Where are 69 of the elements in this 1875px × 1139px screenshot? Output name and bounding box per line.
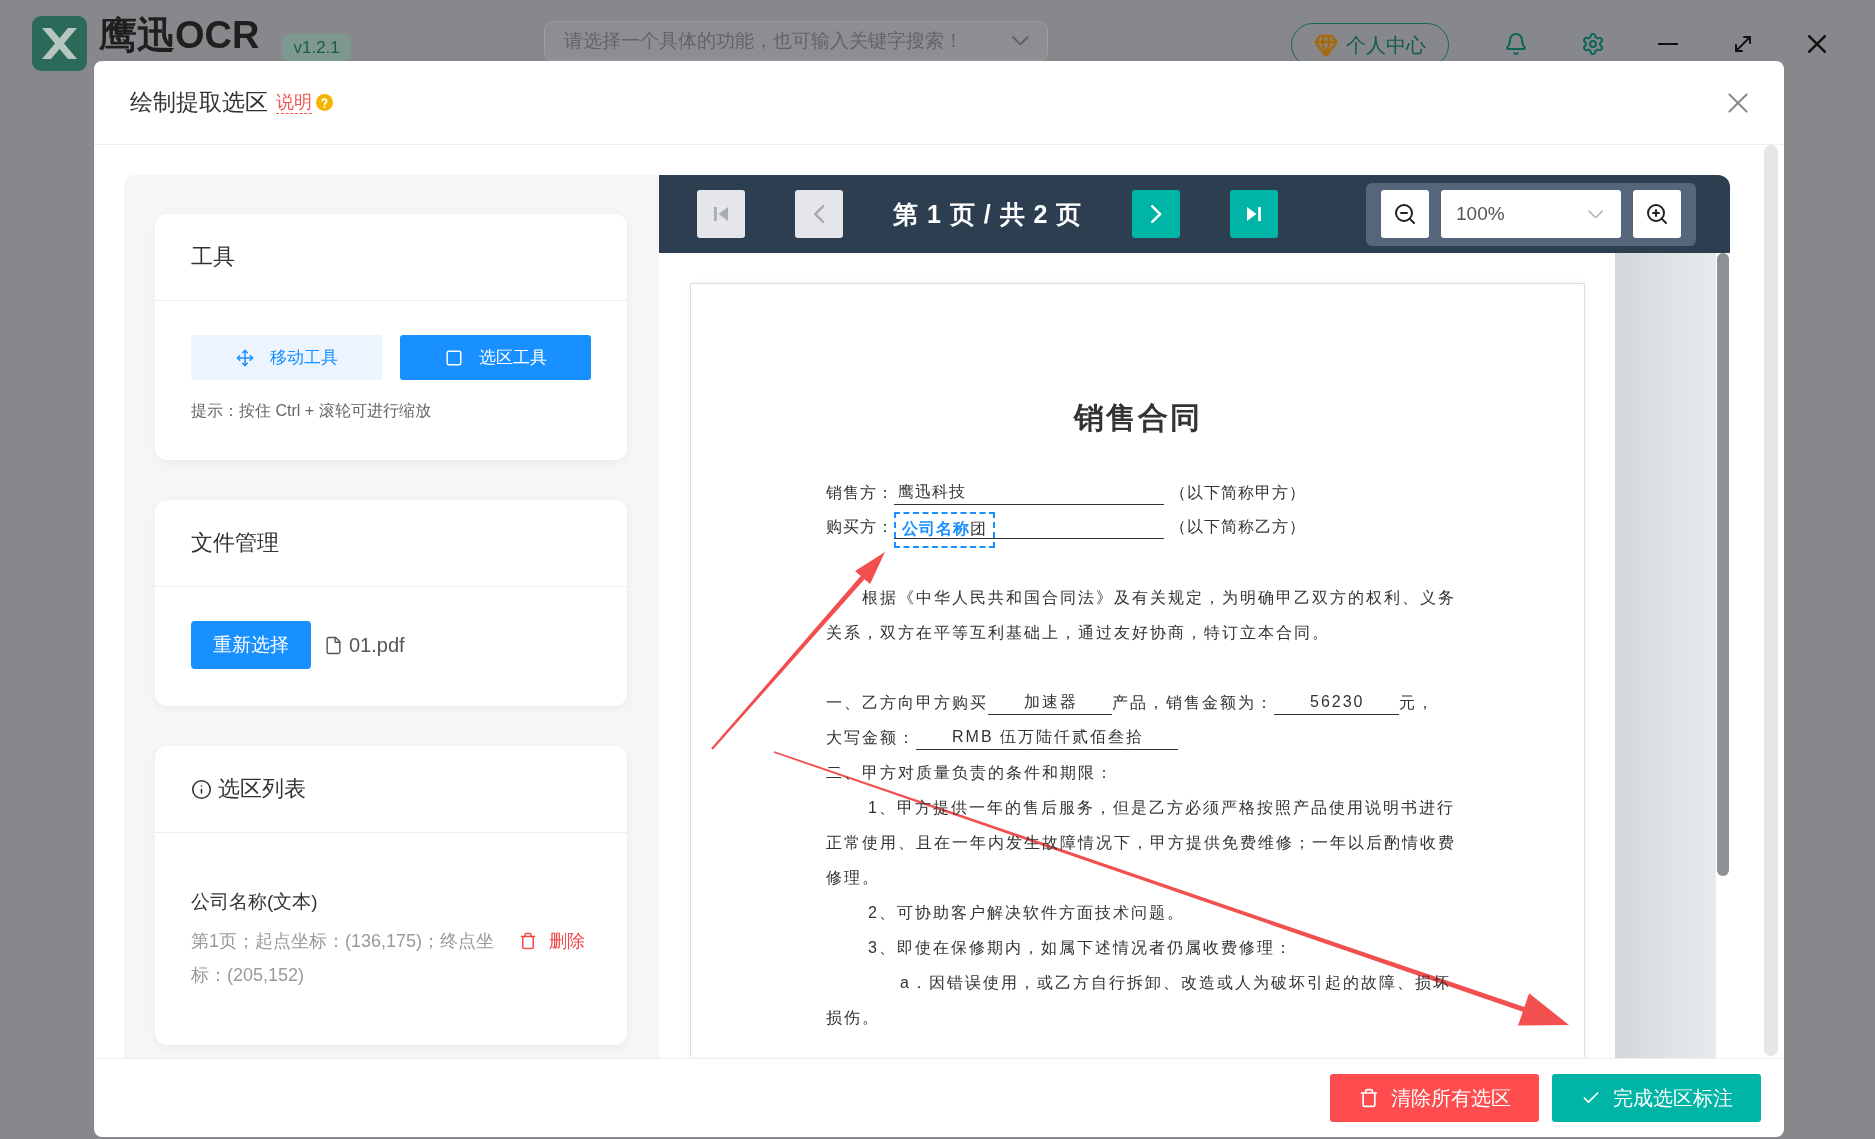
version-badge: v1.2.1 [282, 34, 351, 61]
finish-marking-button[interactable]: 完成选区标注 [1552, 1074, 1761, 1122]
next-page-button[interactable] [1132, 190, 1181, 238]
chevron-left-icon [813, 204, 825, 224]
zoom-out-button[interactable] [1381, 190, 1429, 238]
document-text: 一、乙方向甲方购买 [826, 693, 988, 713]
logo-icon [32, 16, 87, 71]
help-link[interactable]: 说明 [276, 91, 312, 114]
party-note: （以下简称甲方） [1170, 482, 1306, 503]
file-name: 01.pdf [349, 633, 405, 657]
party-label: 销售方： [826, 482, 894, 503]
filled-blank: RMB 伍万陆仟贰佰叁拾 [916, 725, 1178, 750]
card-title: 选区列表 [218, 775, 306, 803]
document-text: 元， [1398, 693, 1435, 713]
document-text: 2、可协助客户解决软件方面技术问题。 [868, 903, 1185, 923]
zoom-out-icon [1393, 202, 1417, 226]
party-note: （以下简称乙方） [1170, 516, 1306, 537]
filled-blank: 56230 [1274, 690, 1399, 715]
zoom-in-icon [1645, 202, 1669, 226]
document-text: 大写金额： [826, 728, 916, 748]
move-icon [235, 348, 254, 367]
page-indicator: 第 1 页 / 共 2 页 [893, 198, 1083, 230]
document-text: 产品，销售金额为： [1112, 693, 1274, 713]
dialog-title: 绘制提取选区 [130, 88, 268, 117]
close-icon[interactable] [1808, 35, 1826, 53]
scrollbar-thumb[interactable] [1764, 145, 1778, 1056]
zoom-in-button[interactable] [1633, 190, 1681, 238]
document-text: 3、即使在保修期内，如属下述情况者仍属收费修理： [868, 938, 1293, 958]
selection-box[interactable]: 公司名称团 [894, 511, 995, 548]
skip-back-icon [714, 207, 728, 221]
help-icon [316, 94, 333, 111]
chevron-down-icon [1012, 36, 1029, 46]
party-value: 鹰迅科技 [898, 482, 966, 502]
trash-icon [519, 932, 537, 950]
document-title: 销售合同 [1073, 401, 1202, 434]
document-text: 根据《中华人民共和国合同法》及有关规定，为明确甲乙双方的权利、义务 [862, 588, 1456, 608]
settings-icon[interactable] [1581, 32, 1605, 56]
selection-name: 公司名称(文本) [191, 890, 319, 914]
document-text: 修理。 [826, 868, 880, 888]
delete-button[interactable]: 删除 [515, 924, 589, 958]
trash-icon [1358, 1088, 1379, 1108]
square-icon [444, 348, 463, 367]
party-label: 购买方： [826, 516, 894, 537]
hint-text: 提示：按住 Ctrl + 滚轮可进行缩放 [191, 401, 432, 421]
app-logo-text: 鹰迅OCR [99, 13, 260, 58]
card-title: 文件管理 [191, 529, 279, 557]
clear-selections-button[interactable]: 清除所有选区 [1330, 1074, 1539, 1122]
close-icon[interactable] [1728, 92, 1748, 113]
document-text: a．因错误使用，或乙方自行拆卸、改造或人为破坏引起的故障、损坏 [900, 973, 1451, 993]
skip-forward-icon [1247, 207, 1262, 221]
document-text: 损伤。 [826, 1008, 880, 1028]
document-text: 关系，双方在平等互利基础上，通过友好协商，特订立本合同。 [826, 623, 1330, 643]
bell-icon[interactable] [1504, 32, 1528, 56]
gem-icon [1314, 33, 1338, 57]
zoom-select[interactable]: 100% [1441, 190, 1621, 238]
select-tool-button[interactable]: 选区工具 [400, 335, 591, 380]
chevron-right-icon [1151, 204, 1162, 224]
chevron-down-icon [1587, 209, 1603, 219]
scrollbar-thumb[interactable] [1717, 253, 1729, 876]
file-icon [324, 635, 343, 655]
party-value: 团 [970, 519, 987, 539]
selection-detail: 第1页；起点坐标：(136,175)；终点坐标：(205,152) [191, 930, 496, 987]
last-page-button[interactable] [1230, 190, 1279, 238]
move-tool-button[interactable]: 移动工具 [191, 335, 382, 380]
reselect-button[interactable]: 重新选择 [191, 621, 311, 669]
selection-label: 公司名称 [902, 519, 970, 539]
filled-blank: 加速器 [988, 690, 1112, 715]
card-title: 工具 [191, 243, 235, 271]
info-icon [191, 778, 212, 800]
